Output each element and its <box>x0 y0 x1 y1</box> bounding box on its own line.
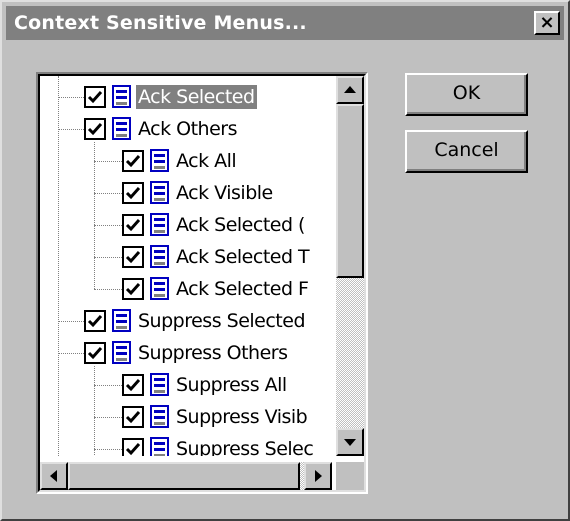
tree-item-label: Ack Selected ( <box>176 214 305 236</box>
menu-item-icon <box>150 405 170 429</box>
tree-item[interactable]: Suppress Selec <box>40 434 332 456</box>
tree-branch-connector <box>94 257 122 258</box>
checkmark-icon <box>125 411 141 424</box>
tree-item[interactable]: Suppress Visib <box>40 402 332 434</box>
tree-item-label: Suppress Selec <box>176 438 314 456</box>
item-checkbox[interactable] <box>84 118 106 140</box>
tree-branch-connector <box>94 193 122 194</box>
tree-item-label: Suppress All <box>176 374 287 396</box>
tree-item-label: Suppress Others <box>138 342 288 364</box>
menu-tree-frame: Ack Selected Ack Others Ack All Ack Visible… <box>36 72 368 494</box>
item-checkbox[interactable] <box>122 150 144 172</box>
item-checkbox[interactable] <box>84 86 106 108</box>
tree-branch-connector <box>58 97 84 98</box>
menu-item-icon <box>150 245 170 269</box>
tree-item[interactable]: Ack Selected F <box>40 274 332 306</box>
tree-item[interactable]: Ack Selected T <box>40 242 332 274</box>
menu-item-icon <box>112 85 132 109</box>
tree-branch-connector <box>58 129 84 130</box>
scroll-up-button[interactable] <box>336 76 364 104</box>
checkmark-icon <box>125 187 141 200</box>
dialog-window: Context Sensitive Menus... × Ack Selecte… <box>0 0 570 521</box>
tree-item[interactable]: Suppress Others <box>40 338 332 370</box>
tree-item-label: Ack All <box>176 150 237 172</box>
tree-item[interactable]: Ack Visible <box>40 178 332 210</box>
window-title: Context Sensitive Menus... <box>14 12 307 34</box>
tree-item-label: Ack Selected F <box>176 278 309 300</box>
tree-item[interactable]: Suppress All <box>40 370 332 402</box>
horizontal-scrollbar[interactable] <box>40 462 332 490</box>
tree-item[interactable]: Ack Selected <box>40 82 332 114</box>
tree-branch-connector <box>94 289 122 290</box>
checkmark-icon <box>125 219 141 232</box>
menu-item-icon <box>112 341 132 365</box>
menu-item-icon <box>150 213 170 237</box>
cancel-button[interactable]: Cancel <box>405 130 528 173</box>
arrow-down-icon <box>344 439 356 446</box>
scrollbar-corner <box>336 462 364 490</box>
item-checkbox[interactable] <box>84 342 106 364</box>
vertical-scrollbar[interactable] <box>336 76 364 456</box>
item-checkbox[interactable] <box>122 374 144 396</box>
checkmark-icon <box>87 123 103 136</box>
tree-item[interactable]: Ack All <box>40 146 332 178</box>
menu-item-icon <box>150 149 170 173</box>
tree-item-label: Suppress Selected <box>138 310 306 332</box>
menu-item-icon <box>112 309 132 333</box>
arrow-left-icon <box>50 470 57 482</box>
item-checkbox[interactable] <box>122 214 144 236</box>
checkmark-icon <box>87 347 103 360</box>
tree-branch-connector <box>94 161 122 162</box>
checkmark-icon <box>125 155 141 168</box>
tree-branch-connector <box>94 449 122 450</box>
menu-item-icon <box>150 277 170 301</box>
tree-item[interactable]: Suppress Selected <box>40 306 332 338</box>
menu-tree[interactable]: Ack Selected Ack Others Ack All Ack Visible… <box>38 74 366 492</box>
checkmark-icon <box>87 91 103 104</box>
tree-branch-connector <box>94 385 122 386</box>
title-bar[interactable]: Context Sensitive Menus... × <box>6 6 564 40</box>
arrow-right-icon <box>315 470 322 482</box>
scroll-left-button[interactable] <box>40 462 68 490</box>
item-checkbox[interactable] <box>84 310 106 332</box>
tree-item-label: Ack Others <box>138 118 238 140</box>
scroll-right-button[interactable] <box>304 462 332 490</box>
checkmark-icon <box>125 443 141 456</box>
menu-item-icon <box>112 117 132 141</box>
checkmark-icon <box>125 379 141 392</box>
checkmark-icon <box>87 315 103 328</box>
arrow-up-icon <box>344 86 356 93</box>
checkmark-icon <box>125 251 141 264</box>
checkmark-icon <box>125 283 141 296</box>
tree-branch-connector <box>94 417 122 418</box>
item-checkbox[interactable] <box>122 182 144 204</box>
horizontal-scroll-thumb[interactable] <box>68 462 300 490</box>
tree-item-label: Ack Selected T <box>176 246 310 268</box>
menu-item-icon <box>150 181 170 205</box>
item-checkbox[interactable] <box>122 406 144 428</box>
tree-item-label: Ack Selected <box>136 85 257 109</box>
scroll-down-button[interactable] <box>336 428 364 456</box>
menu-item-icon <box>150 373 170 397</box>
tree-branch-connector <box>58 353 84 354</box>
tree-content: Ack Selected Ack Others Ack All Ack Visible… <box>40 76 332 456</box>
item-checkbox[interactable] <box>122 438 144 456</box>
close-icon: × <box>539 12 555 33</box>
tree-item[interactable]: Ack Others <box>40 114 332 146</box>
tree-branch-connector <box>58 321 84 322</box>
tree-item-label: Ack Visible <box>176 182 273 204</box>
item-checkbox[interactable] <box>122 246 144 268</box>
vertical-scroll-thumb[interactable] <box>336 104 364 278</box>
tree-item[interactable]: Ack Selected ( <box>40 210 332 242</box>
menu-item-icon <box>150 437 170 456</box>
tree-branch-connector <box>94 225 122 226</box>
item-checkbox[interactable] <box>122 278 144 300</box>
ok-button[interactable]: OK <box>405 73 528 116</box>
close-button[interactable]: × <box>534 11 560 35</box>
tree-item-label: Suppress Visib <box>176 406 308 428</box>
